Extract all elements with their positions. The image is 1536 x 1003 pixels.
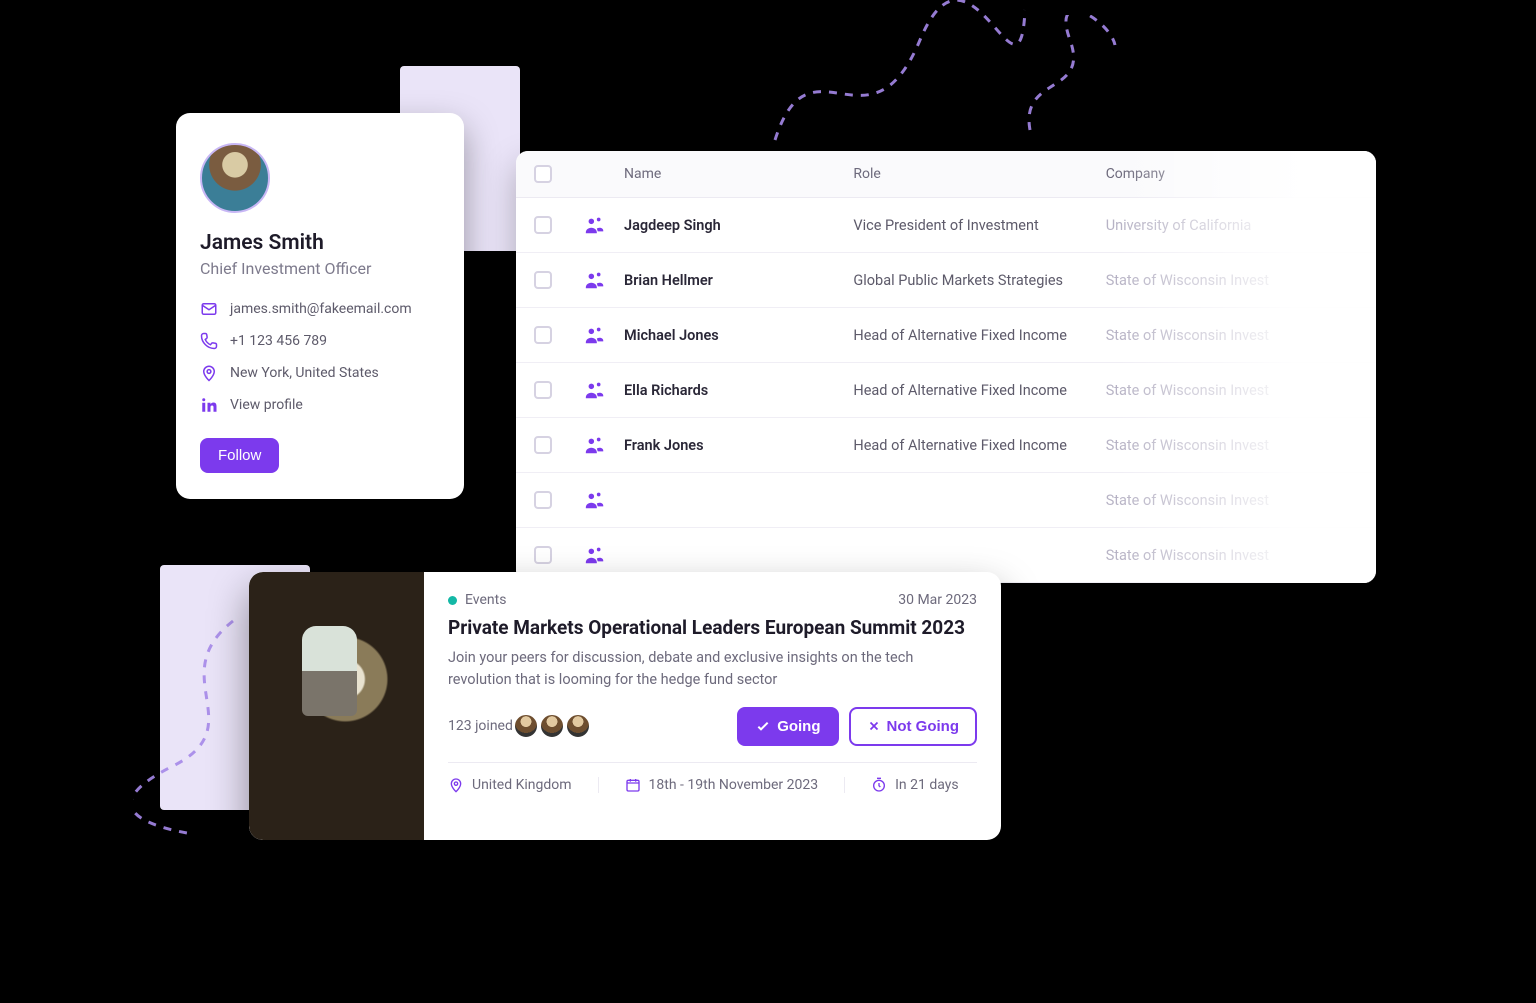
phone-icon (200, 332, 218, 350)
event-countdown: In 21 days (895, 777, 958, 793)
people-icon (584, 544, 624, 566)
event-description: Join your peers for discussion, debate a… (448, 647, 977, 691)
joined-count: 123 joined (448, 718, 513, 734)
decorative-squiggle (1010, 15, 1120, 135)
check-icon (755, 718, 771, 734)
joined-indicator: 123 joined (448, 713, 591, 739)
avatar (200, 143, 270, 213)
table-row[interactable]: Brian HellmerGlobal Public Markets Strat… (516, 253, 1376, 308)
row-checkbox[interactable] (534, 381, 552, 399)
row-checkbox[interactable] (534, 326, 552, 344)
event-dates-range: 18th - 19th November 2023 (649, 777, 819, 793)
profile-card: James Smith Chief Investment Officer jam… (176, 113, 464, 499)
category-dot-icon (448, 596, 457, 605)
person-name: Ella Richards (624, 382, 853, 399)
row-checkbox[interactable] (534, 216, 552, 234)
person-role: Head of Alternative Fixed Income (853, 382, 1105, 399)
person-company: State of Wisconsin Invest (1106, 547, 1358, 564)
people-icon (584, 489, 624, 511)
event-title: Private Markets Operational Leaders Euro… (448, 616, 977, 639)
going-label: Going (777, 718, 820, 735)
row-checkbox[interactable] (534, 271, 552, 289)
follow-button[interactable]: Follow (200, 438, 279, 473)
person-role: Head of Alternative Fixed Income (853, 327, 1105, 344)
decorative-squiggle (133, 616, 263, 836)
going-button[interactable]: Going (737, 707, 838, 746)
table-row[interactable]: Frank JonesHead of Alternative Fixed Inc… (516, 418, 1376, 473)
people-icon (584, 434, 624, 456)
person-company: State of Wisconsin Invest (1106, 437, 1358, 454)
col-role: Role (853, 166, 1105, 182)
person-company: University of California (1106, 217, 1358, 234)
timer-icon (871, 777, 887, 793)
people-table: Name Role Company Jagdeep SinghVice Pres… (516, 151, 1376, 583)
row-checkbox[interactable] (534, 546, 552, 564)
person-company: State of Wisconsin Invest (1106, 492, 1358, 509)
profile-email-row: james.smith@fakeemail.com (200, 300, 440, 318)
person-name: Michael Jones (624, 327, 853, 344)
profile-name: James Smith (200, 231, 440, 255)
view-profile-link[interactable]: View profile (230, 397, 303, 413)
select-all-checkbox[interactable] (534, 165, 552, 183)
table-row[interactable]: Jagdeep SinghVice President of Investmen… (516, 198, 1376, 253)
profile-email: james.smith@fakeemail.com (230, 301, 412, 317)
people-icon (584, 214, 624, 236)
people-icon (584, 269, 624, 291)
event-date: 30 Mar 2023 (898, 592, 977, 608)
event-image (249, 572, 424, 840)
profile-phone-row: +1 123 456 789 (200, 332, 440, 350)
not-going-label: Not Going (887, 718, 959, 735)
person-name: Brian Hellmer (624, 272, 853, 289)
profile-linkedin-row[interactable]: View profile (200, 396, 440, 414)
person-company: State of Wisconsin Invest (1106, 272, 1358, 289)
table-row[interactable]: Michael JonesHead of Alternative Fixed I… (516, 308, 1376, 363)
profile-location-row: New York, United States (200, 364, 440, 382)
map-pin-icon (200, 364, 218, 382)
col-name: Name (624, 166, 853, 182)
attendee-avatar (565, 713, 591, 739)
event-category: Events (465, 592, 506, 608)
people-icon (584, 324, 624, 346)
row-checkbox[interactable] (534, 491, 552, 509)
decorative-squiggle (770, 0, 1030, 150)
attendee-avatar (513, 713, 539, 739)
linkedin-icon (200, 396, 218, 414)
people-icon (584, 379, 624, 401)
profile-phone: +1 123 456 789 (230, 333, 327, 349)
person-role: Vice President of Investment (853, 217, 1105, 234)
table-row[interactable]: State of Wisconsin Invest (516, 473, 1376, 528)
profile-role: Chief Investment Officer (200, 259, 440, 278)
person-role: Head of Alternative Fixed Income (853, 437, 1105, 454)
person-role: Global Public Markets Strategies (853, 272, 1105, 289)
event-location: United Kingdom (472, 777, 572, 793)
profile-location: New York, United States (230, 365, 379, 381)
person-company: State of Wisconsin Invest (1106, 382, 1358, 399)
mail-icon (200, 300, 218, 318)
table-header: Name Role Company (516, 151, 1376, 198)
person-name: Frank Jones (624, 437, 853, 454)
table-row[interactable]: Ella RichardsHead of Alternative Fixed I… (516, 363, 1376, 418)
map-pin-icon (448, 777, 464, 793)
col-company: Company (1106, 166, 1358, 182)
person-company: State of Wisconsin Invest (1106, 327, 1358, 344)
attendee-avatar (539, 713, 565, 739)
calendar-icon (625, 777, 641, 793)
close-icon (867, 719, 881, 733)
person-name: Jagdeep Singh (624, 217, 853, 234)
row-checkbox[interactable] (534, 436, 552, 454)
event-card: Events 30 Mar 2023 Private Markets Opera… (249, 572, 1001, 840)
not-going-button[interactable]: Not Going (849, 707, 977, 746)
